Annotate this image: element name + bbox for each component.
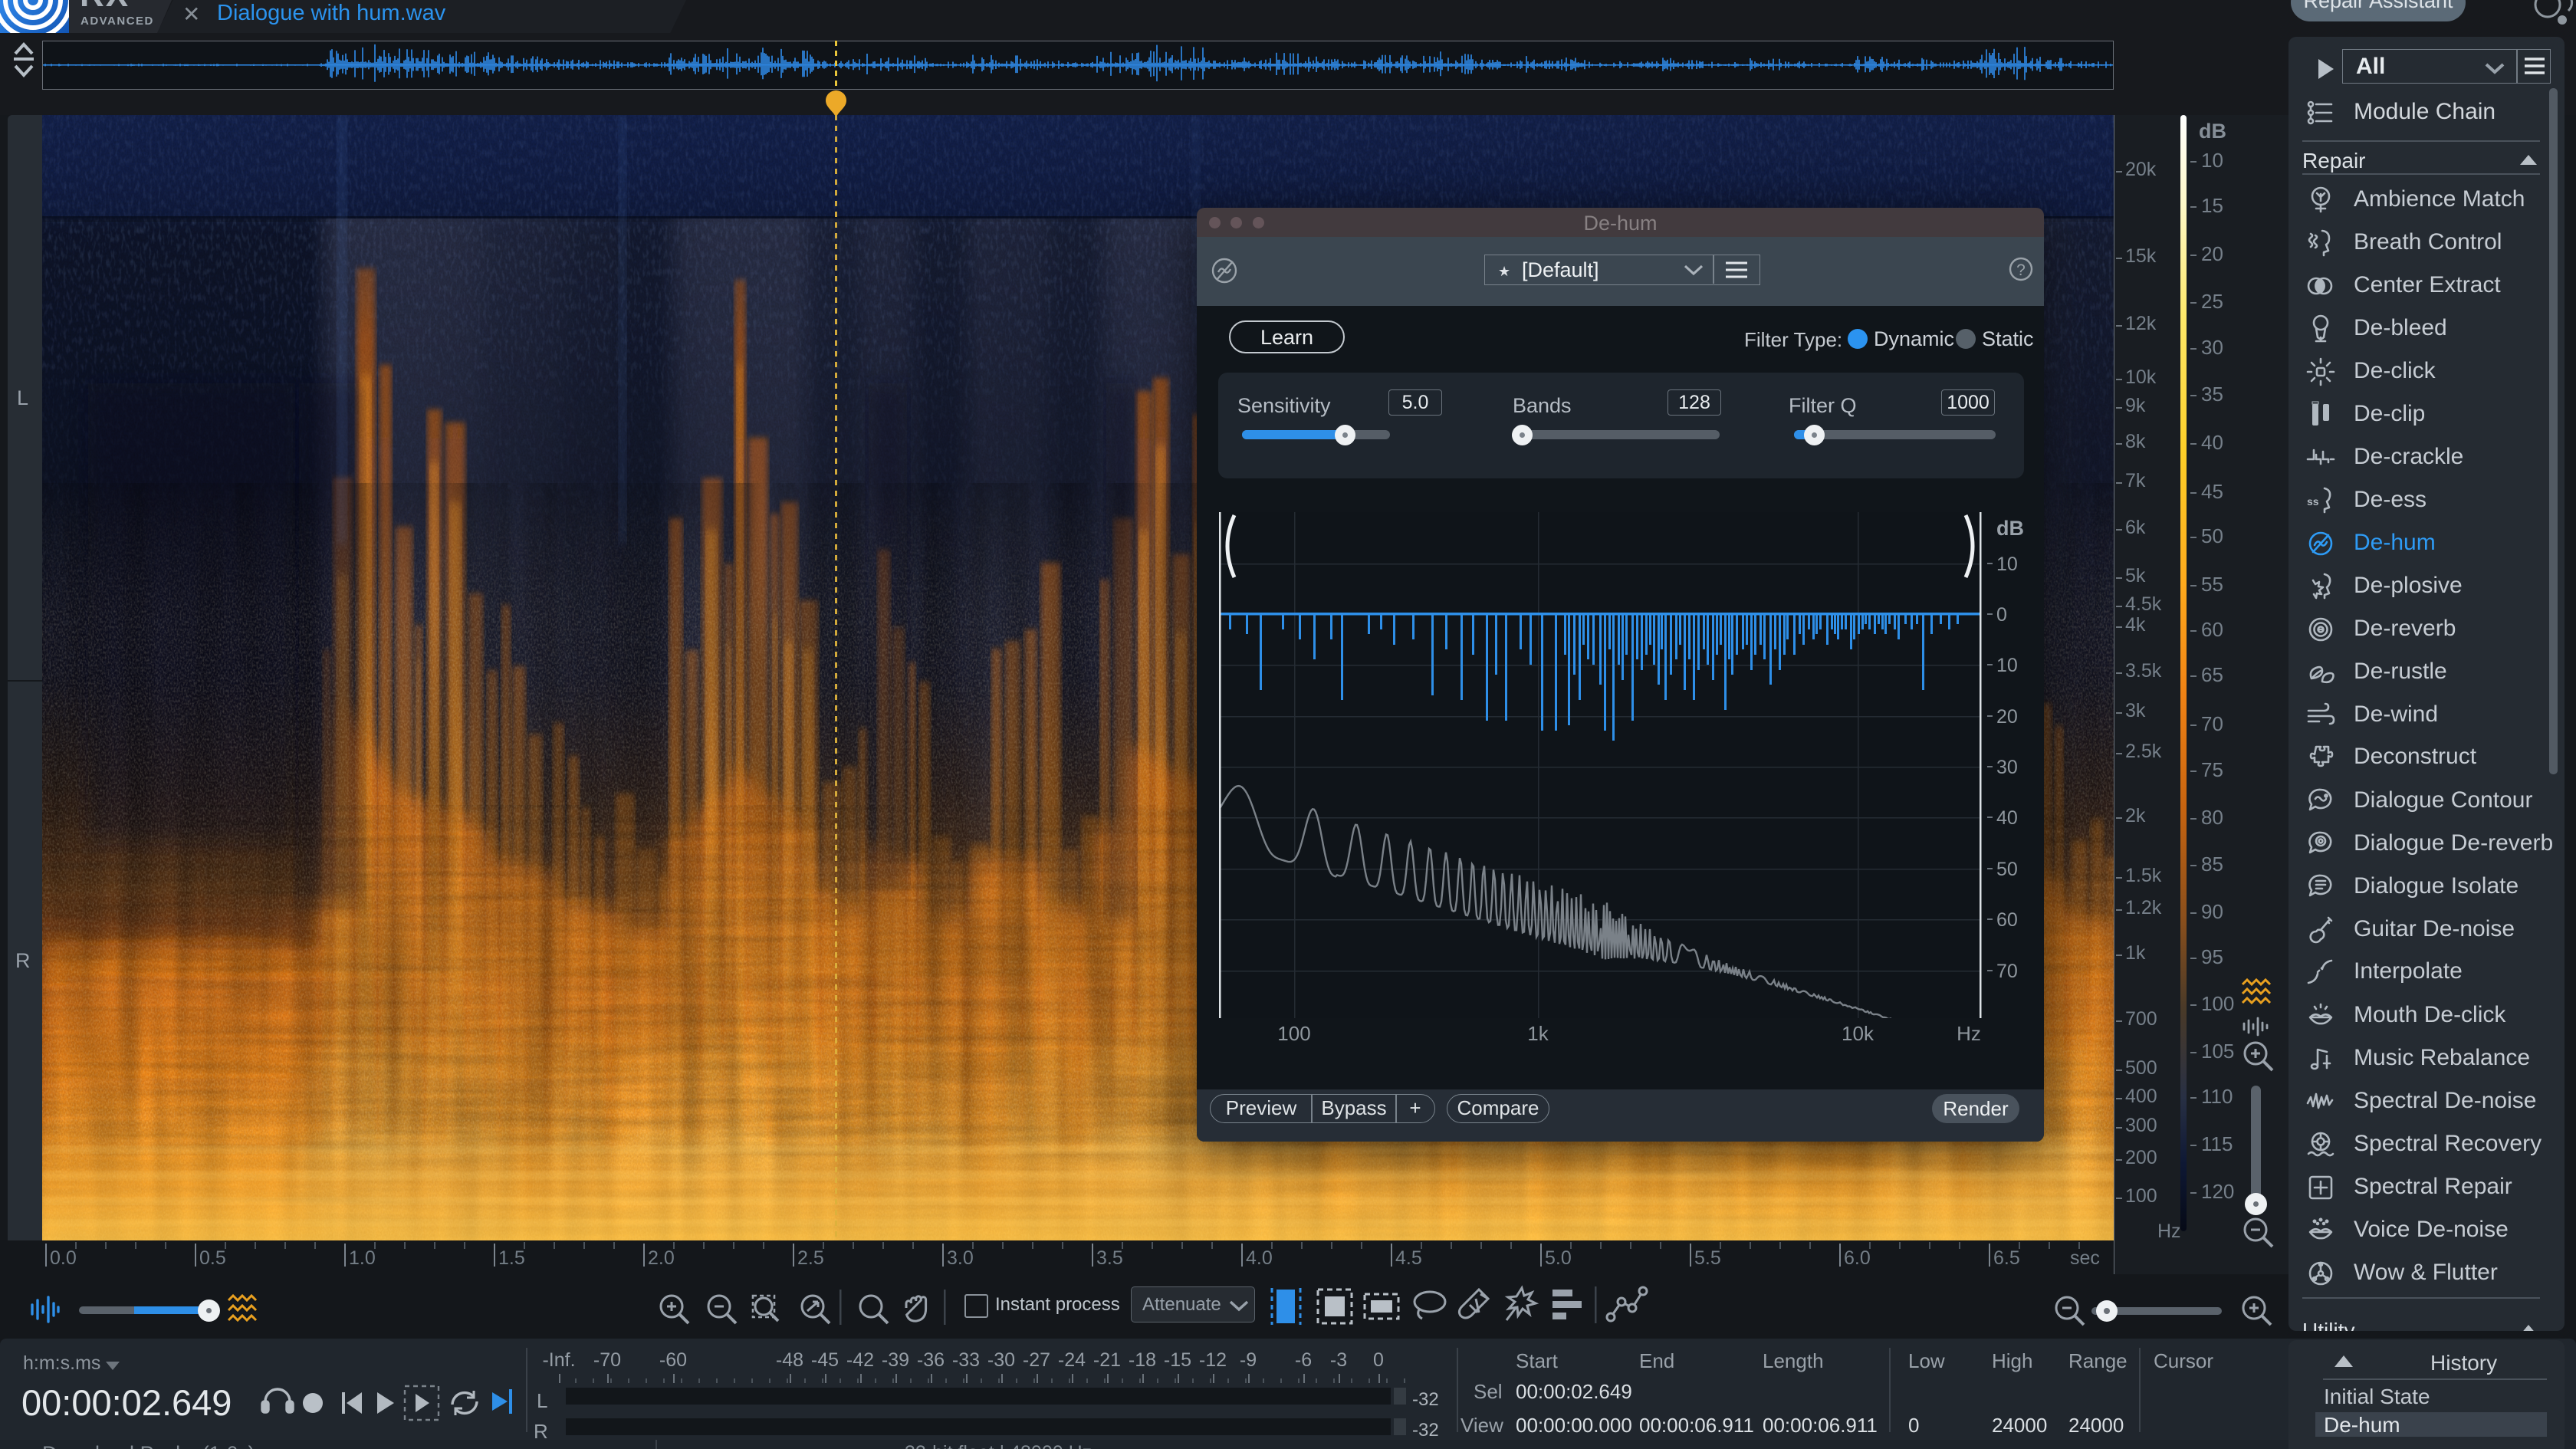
svg-text:1k: 1k	[1527, 1022, 1549, 1045]
svg-text:Hz: Hz	[1957, 1022, 1981, 1045]
svg-text:10: 10	[1996, 655, 2018, 676]
svg-text:20: 20	[1996, 706, 2018, 728]
svg-text:ss: ss	[2307, 495, 2319, 508]
svg-text:50: 50	[1996, 859, 2018, 880]
svg-text:40: 40	[1996, 807, 2018, 829]
svg-text:60: 60	[1996, 909, 2018, 931]
svg-text:70: 70	[1996, 961, 2018, 982]
svg-text:10k: 10k	[1842, 1022, 1875, 1045]
svg-text:100: 100	[1277, 1022, 1310, 1045]
svg-text:30: 30	[1996, 757, 2018, 778]
svg-text:0: 0	[1996, 604, 2007, 626]
svg-text:10: 10	[1996, 554, 2018, 575]
svg-text:dB: dB	[1996, 517, 2024, 540]
svg-text:?: ?	[2016, 261, 2026, 279]
